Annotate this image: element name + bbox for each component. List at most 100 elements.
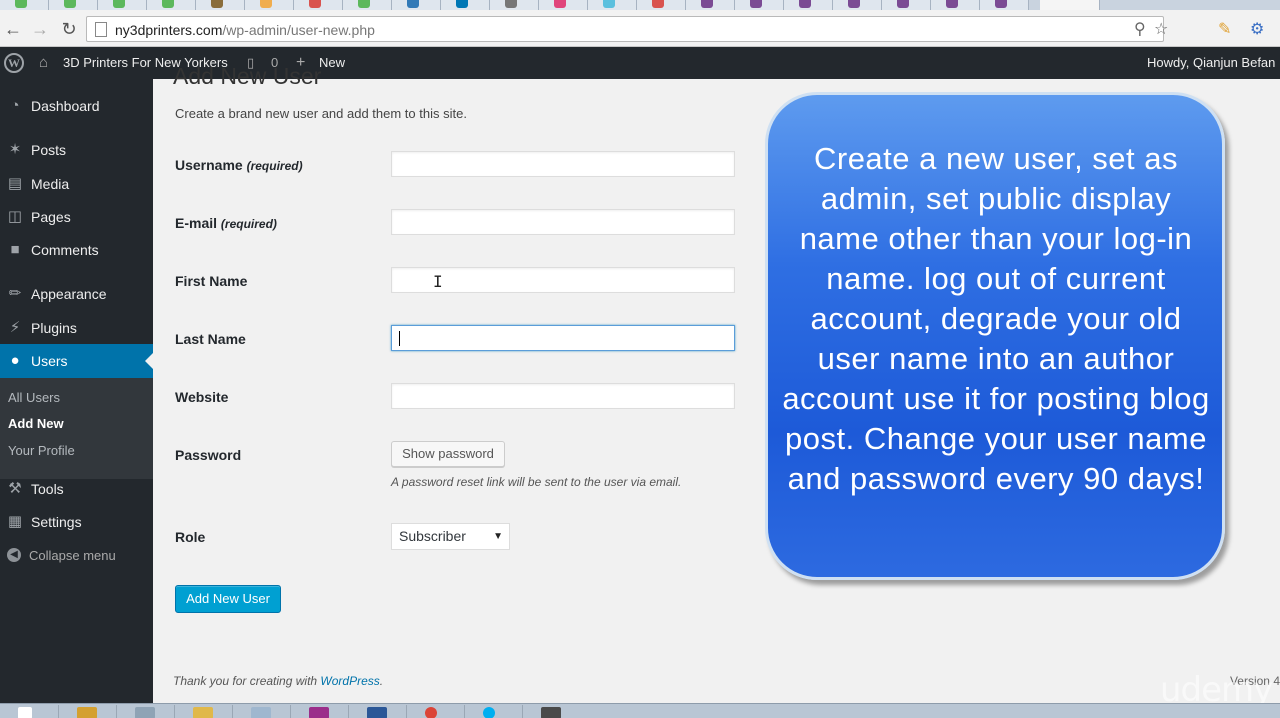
sidebar-item-label: Comments	[31, 242, 99, 258]
browser-tab[interactable]	[0, 0, 49, 10]
submenu-your-profile[interactable]: Your Profile	[8, 443, 75, 458]
browser-toolbar: ← → ↻ ny3dprinters.com/wp-admin/user-new…	[0, 10, 1280, 47]
browser-tab[interactable]	[980, 0, 1029, 10]
bookmark-star-icon[interactable]: ☆	[1154, 19, 1168, 39]
reload-icon[interactable]: ↻	[58, 18, 80, 40]
text-caret	[399, 331, 400, 346]
sidebar-item-appearance[interactable]: ✏ Appearance	[0, 277, 153, 311]
collapse-menu-button[interactable]: ◀ Collapse menu	[0, 545, 153, 567]
required-tag: (required)	[246, 159, 303, 173]
show-password-button[interactable]: Show password	[391, 441, 505, 467]
howdy-user-menu[interactable]: Howdy, Qianjun Befan	[1147, 47, 1275, 79]
sidebar-item-tools[interactable]: ⚒ Tools	[0, 472, 153, 506]
app-icon	[77, 707, 97, 718]
browser-tab[interactable]	[784, 0, 833, 10]
browser-tab[interactable]	[686, 0, 735, 10]
app-icon	[541, 707, 561, 718]
os-taskbar	[0, 703, 1280, 718]
password-label: Password	[175, 447, 242, 463]
role-selected-value: Subscriber	[399, 528, 466, 544]
browser-tab[interactable]	[196, 0, 245, 10]
windows-logo-icon	[18, 707, 32, 718]
sidebar-item-users[interactable]: ● Users	[0, 344, 153, 378]
back-arrow-icon[interactable]: ←	[2, 18, 24, 40]
tab-favicon-icon	[407, 0, 419, 8]
last-name-field[interactable]	[391, 325, 735, 351]
taskbar-app[interactable]	[58, 705, 116, 718]
tab-favicon-icon	[848, 0, 860, 8]
new-content-link[interactable]: New	[319, 47, 345, 79]
taskbar-app[interactable]	[290, 705, 348, 718]
browser-tab-strip	[0, 0, 1280, 10]
tab-favicon-icon	[799, 0, 811, 8]
wordpress-link[interactable]: WordPress	[320, 674, 379, 688]
role-label: Role	[175, 529, 206, 545]
footer-thanks: Thank you for creating with WordPress.	[173, 674, 383, 688]
first-name-label: First Name	[175, 273, 248, 289]
sidebar-item-label: Users	[31, 353, 68, 369]
browser-tab[interactable]	[735, 0, 784, 10]
browser-tab[interactable]	[637, 0, 686, 10]
tab-favicon-icon	[652, 0, 664, 8]
start-button[interactable]	[0, 705, 58, 718]
sidebar-item-settings[interactable]: ▦ Settings	[0, 505, 153, 539]
browser-tab[interactable]	[147, 0, 196, 10]
tab-favicon-icon	[701, 0, 713, 8]
username-field[interactable]	[391, 151, 735, 177]
sidebar-item-posts[interactable]: ✶ Posts	[0, 133, 153, 167]
plugin-icon: ⚡	[9, 319, 21, 336]
address-bar[interactable]: ny3dprinters.com/wp-admin/user-new.php	[86, 16, 1164, 42]
browser-tab[interactable]	[245, 0, 294, 10]
tab-favicon-icon	[211, 0, 223, 8]
taskbar-app[interactable]	[348, 705, 406, 718]
browser-tab[interactable]	[490, 0, 539, 10]
submenu-all-users[interactable]: All Users	[8, 390, 60, 405]
taskbar-app[interactable]	[116, 705, 174, 718]
sidebar-item-plugins[interactable]: ⚡ Plugins	[0, 311, 153, 345]
tab-favicon-icon	[358, 0, 370, 8]
sidebar-item-dashboard[interactable]: ◔ Dashboard	[0, 89, 153, 123]
submenu-add-new[interactable]: Add New	[8, 416, 64, 431]
sidebar-item-label: Appearance	[31, 286, 107, 302]
pencil-icon[interactable]: ✎	[1218, 19, 1231, 39]
browser-tab[interactable]	[98, 0, 147, 10]
add-new-user-button[interactable]: Add New User	[175, 585, 281, 613]
browser-tab[interactable]	[343, 0, 392, 10]
browser-tab[interactable]	[882, 0, 931, 10]
taskbar-app[interactable]	[406, 705, 464, 718]
tab-favicon-icon	[15, 0, 27, 8]
tab-favicon-icon	[946, 0, 958, 8]
taskbar-app[interactable]	[464, 705, 522, 718]
tab-favicon-icon	[260, 0, 272, 8]
browser-tab[interactable]	[588, 0, 637, 10]
email-label-text: E-mail	[175, 215, 218, 231]
taskbar-app[interactable]	[522, 705, 580, 718]
email-field[interactable]	[391, 209, 735, 235]
sidebar-item-pages[interactable]: ◫ Pages	[0, 200, 153, 234]
browser-tab[interactable]	[441, 0, 490, 10]
browser-tab[interactable]	[294, 0, 343, 10]
comment-icon: ■	[10, 241, 20, 258]
forward-arrow-icon[interactable]: →	[29, 18, 51, 40]
taskbar-app[interactable]	[232, 705, 290, 718]
onenote-icon	[309, 707, 329, 718]
browser-tab-active[interactable]	[1040, 0, 1100, 10]
instruction-callout: Create a new user, set as admin, set pub…	[765, 92, 1225, 580]
browser-tab[interactable]	[539, 0, 588, 10]
taskbar-app[interactable]	[174, 705, 232, 718]
browser-tab[interactable]	[833, 0, 882, 10]
sidebar-item-media[interactable]: ▤ Media	[0, 167, 153, 201]
tab-favicon-icon	[897, 0, 909, 8]
wordpress-logo-icon[interactable]: W	[4, 53, 24, 73]
browser-tab[interactable]	[49, 0, 98, 10]
key-icon[interactable]: ⚲	[1134, 19, 1146, 39]
browser-tab[interactable]	[931, 0, 980, 10]
website-field[interactable]	[391, 383, 735, 409]
folder-icon	[193, 707, 213, 718]
extension-icon[interactable]: ⚙	[1250, 19, 1264, 39]
sidebar-item-comments[interactable]: ■ Comments	[0, 233, 153, 267]
browser-tab[interactable]	[392, 0, 441, 10]
role-select[interactable]: Subscriber ▼	[391, 523, 510, 550]
tab-favicon-icon	[554, 0, 566, 8]
pin-icon: ✶	[8, 141, 22, 158]
